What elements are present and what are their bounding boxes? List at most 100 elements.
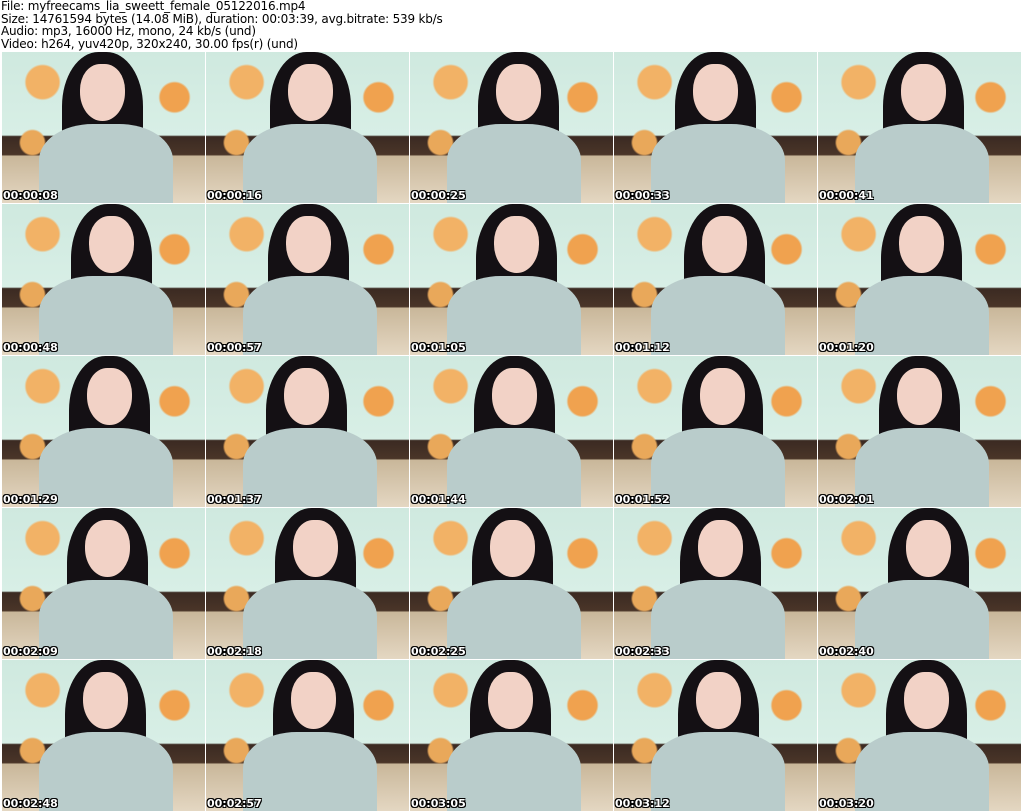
thumbnail-image-body: [854, 124, 989, 203]
video-thumbnail: 00:00:57: [206, 204, 409, 355]
video-thumbnail: 00:01:44: [410, 356, 613, 507]
thumbnail-timestamp: 00:02:25: [411, 645, 466, 658]
thumbnail-timestamp: 00:02:48: [3, 797, 58, 810]
thumbnail-timestamp: 00:02:18: [207, 645, 262, 658]
thumbnail-timestamp: 00:01:29: [3, 493, 58, 506]
thumbnail-timestamp: 00:00:41: [819, 189, 874, 202]
thumbnail-timestamp: 00:02:33: [615, 645, 670, 658]
video-thumbnail: 00:01:29: [2, 356, 205, 507]
thumbnail-image-face: [702, 216, 747, 274]
thumbnail-image-body: [38, 428, 173, 507]
video-thumbnail: 00:01:52: [614, 356, 817, 507]
thumbnail-timestamp: 00:02:40: [819, 645, 874, 658]
video-thumbnail: 00:02:48: [2, 660, 205, 811]
thumbnail-timestamp: 00:00:16: [207, 189, 262, 202]
thumbnail-image-body: [38, 732, 173, 811]
thumbnail-image-body: [446, 124, 581, 203]
video-thumbnail: 00:02:40: [818, 508, 1021, 659]
video-thumbnail: 00:01:37: [206, 356, 409, 507]
thumbnail-image-face: [87, 368, 132, 426]
file-name: File: myfreecams_lia_sweett_female_05122…: [1, 0, 306, 13]
thumbnail-image-body: [242, 580, 377, 659]
thumbnail-image-face: [899, 216, 944, 274]
thumbnail-image-face: [496, 64, 541, 122]
thumbnail-image-face: [906, 520, 951, 578]
thumbnail-timestamp: 00:01:05: [411, 341, 466, 354]
thumbnail-image-body: [446, 732, 581, 811]
thumbnail-timestamp: 00:00:33: [615, 189, 670, 202]
thumbnail-grid: 00:00:08 00:00:16 00:00:25 00:00:33 00:00:41…: [2, 52, 1021, 811]
video-thumbnail: 00:03:05: [410, 660, 613, 811]
thumbnail-timestamp: 00:01:20: [819, 341, 874, 354]
thumbnail-image-body: [446, 580, 581, 659]
thumbnail-image-face: [293, 520, 338, 578]
thumbnail-image-face: [698, 520, 743, 578]
thumbnail-image-face: [288, 64, 333, 122]
thumbnail-image-face: [488, 672, 533, 730]
thumbnail-image-body: [854, 428, 989, 507]
thumbnail-image-body: [38, 580, 173, 659]
video-thumbnail: 00:00:41: [818, 52, 1021, 203]
video-info: Video: h264, yuv420p, 320x240, 30.00 fps…: [1, 36, 298, 51]
thumbnail-timestamp: 00:01:52: [615, 493, 670, 506]
video-thumbnail: 00:00:33: [614, 52, 817, 203]
thumbnail-image-face: [291, 672, 336, 730]
thumbnail-image-body: [242, 732, 377, 811]
thumbnail-timestamp: 00:00:08: [3, 189, 58, 202]
thumbnail-timestamp: 00:01:44: [411, 493, 466, 506]
video-thumbnail: 00:01:12: [614, 204, 817, 355]
thumbnail-image-body: [38, 124, 173, 203]
video-thumbnail: 00:02:01: [818, 356, 1021, 507]
thumbnail-timestamp: 00:02:57: [207, 797, 262, 810]
thumbnail-image-face: [89, 216, 134, 274]
video-thumbnail: 00:02:09: [2, 508, 205, 659]
thumbnail-image-body: [650, 732, 785, 811]
thumbnail-image-face: [696, 672, 741, 730]
thumbnail-image-face: [492, 368, 537, 426]
thumbnail-timestamp: 00:00:25: [411, 189, 466, 202]
thumbnail-image-face: [700, 368, 745, 426]
thumbnail-image-face: [693, 64, 738, 122]
thumbnail-timestamp: 00:03:05: [411, 797, 466, 810]
video-thumbnail: 00:00:25: [410, 52, 613, 203]
thumbnail-timestamp: 00:02:09: [3, 645, 58, 658]
thumbnail-timestamp: 00:01:37: [207, 493, 262, 506]
thumbnail-timestamp: 00:03:20: [819, 797, 874, 810]
thumbnail-image-body: [38, 276, 173, 355]
thumbnail-timestamp: 00:03:12: [615, 797, 670, 810]
file-info-header: File: myfreecams_lia_sweett_female_05122…: [1, 0, 443, 50]
thumbnail-timestamp: 00:00:57: [207, 341, 262, 354]
thumbnail-image-face: [897, 368, 942, 426]
thumbnail-image-face: [904, 672, 949, 730]
video-thumbnail: 00:02:18: [206, 508, 409, 659]
video-thumbnail: 00:03:12: [614, 660, 817, 811]
thumbnail-image-face: [284, 368, 329, 426]
thumbnail-image-face: [83, 672, 128, 730]
video-thumbnail: 00:00:08: [2, 52, 205, 203]
thumbnail-image-body: [650, 124, 785, 203]
video-thumbnail: 00:01:20: [818, 204, 1021, 355]
video-thumbnail: 00:02:57: [206, 660, 409, 811]
thumbnail-image-body: [242, 276, 377, 355]
video-thumbnail: 00:02:25: [410, 508, 613, 659]
thumbnail-timestamp: 00:02:01: [819, 493, 874, 506]
thumbnail-image-body: [446, 428, 581, 507]
thumbnail-image-body: [242, 124, 377, 203]
thumbnail-image-face: [490, 520, 535, 578]
video-thumbnail: 00:01:05: [410, 204, 613, 355]
video-thumbnail: 00:03:20: [818, 660, 1021, 811]
audio-info: Audio: mp3, 16000 Hz, mono, 24 kb/s (und…: [1, 24, 256, 38]
video-thumbnail: 00:00:48: [2, 204, 205, 355]
thumbnail-image-face: [80, 64, 125, 122]
thumbnail-image-body: [446, 276, 581, 355]
video-thumbnail: 00:02:33: [614, 508, 817, 659]
thumbnail-image-face: [901, 64, 946, 122]
thumbnail-image-face: [85, 520, 130, 578]
thumbnail-image-body: [854, 732, 989, 811]
thumbnail-image-body: [650, 276, 785, 355]
thumbnail-image-body: [650, 428, 785, 507]
thumbnail-image-face: [286, 216, 331, 274]
thumbnail-image-body: [854, 580, 989, 659]
thumbnail-image-body: [242, 428, 377, 507]
thumbnail-image-face: [494, 216, 539, 274]
